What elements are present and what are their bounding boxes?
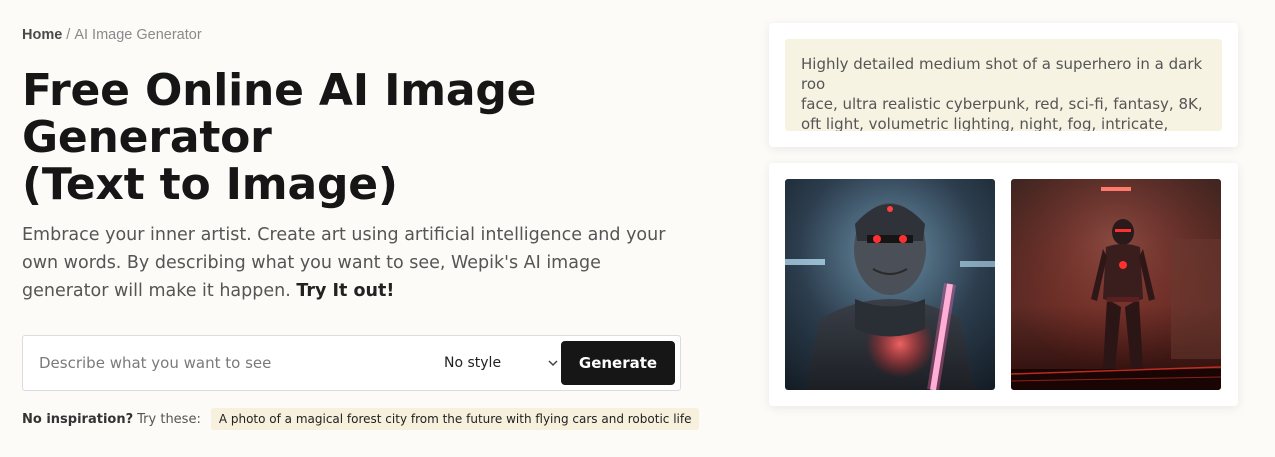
page-title-line-3: (Text to Image): [22, 159, 398, 210]
example-prompt-card: Highly detailed medium shot of a superhe…: [769, 23, 1238, 147]
inspiration-label: No inspiration?: [22, 411, 134, 427]
page-title-line-1: Free Online AI Image: [22, 65, 537, 116]
example-images-card: [769, 163, 1238, 406]
breadcrumb-home-link[interactable]: Home: [22, 27, 62, 43]
description-cta: Try It out!: [296, 281, 395, 301]
style-dropdown[interactable]: No style: [444, 348, 559, 378]
inspiration-try-label: Try these:: [137, 411, 201, 427]
style-dropdown-value: No style: [444, 355, 502, 371]
page-title-line-2: Generator: [22, 112, 272, 163]
prompt-input[interactable]: [39, 348, 419, 378]
chevron-down-icon: [548, 360, 558, 367]
breadcrumb: Home / AI Image Generator: [22, 27, 202, 43]
example-prompt-text: Highly detailed medium shot of a superhe…: [801, 55, 1203, 131]
example-image-1: [785, 179, 995, 390]
generate-button[interactable]: Generate: [561, 341, 675, 385]
page-description: Embrace your inner artist. Create art us…: [22, 221, 682, 305]
example-prompt-box: Highly detailed medium shot of a superhe…: [785, 39, 1222, 131]
generator-bar: No style Generate: [22, 335, 681, 391]
example-image-2: [1011, 179, 1221, 390]
inspiration-row: No inspiration? Try these: A photo of a …: [22, 408, 700, 430]
breadcrumb-separator: /: [66, 27, 71, 43]
inspiration-chip[interactable]: A photo of a magical forest city from th…: [210, 408, 700, 430]
page-title: Free Online AI Image Generator (Text to …: [22, 67, 542, 208]
breadcrumb-current: AI Image Generator: [74, 27, 202, 43]
